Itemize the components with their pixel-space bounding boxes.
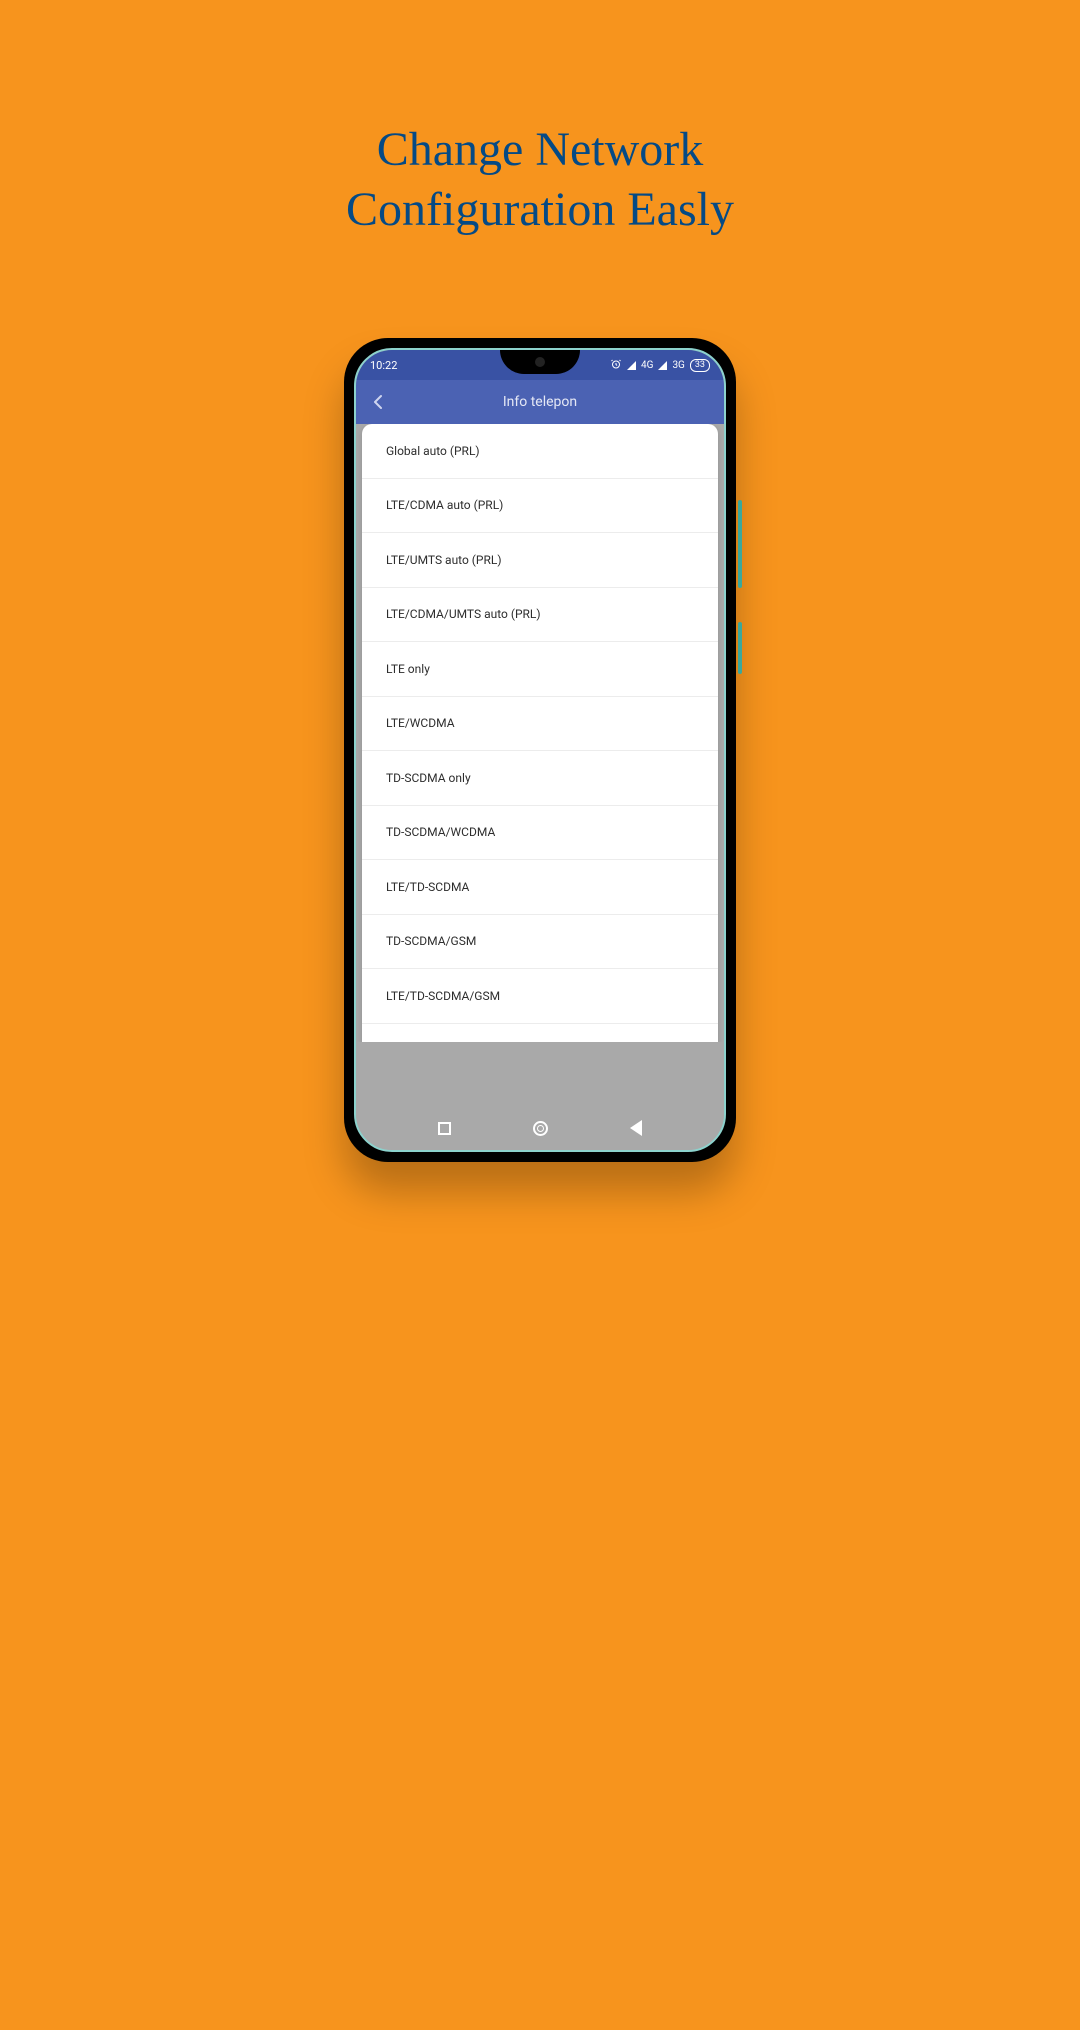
battery-pill: 33 [690, 359, 710, 372]
network-option-label: LTE/UMTS auto (PRL) [386, 553, 502, 567]
screen: 10:22 4G 3G 33 Info telepon [356, 350, 724, 1150]
network-option[interactable]: TD-SCDMA only [362, 751, 718, 806]
headline-line-1: Change Network [0, 120, 1080, 180]
network-option[interactable]: LTE only [362, 642, 718, 697]
phone-frame: 10:22 4G 3G 33 Info telepon [344, 338, 736, 1162]
network-option-label: LTE only [386, 662, 430, 676]
home-button[interactable] [533, 1121, 548, 1136]
network-option-label: TD-SCDMA only [386, 771, 471, 785]
app-bar: Info telepon [356, 380, 724, 424]
network-option[interactable]: LTE/WCDMA [362, 697, 718, 752]
network-options-list[interactable]: Global auto (PRL) LTE/CDMA auto (PRL) LTE/… [362, 424, 718, 1042]
signal-icon-2 [658, 361, 667, 370]
system-nav-bar [356, 1106, 724, 1150]
network-option-label: LTE/WCDMA [386, 716, 455, 730]
status-right: 4G 3G 33 [610, 358, 710, 373]
network-option[interactable]: TD-SCDMA/GSM [362, 915, 718, 970]
network-option[interactable]: Global auto (PRL) [362, 424, 718, 479]
options-card: Global auto (PRL) LTE/CDMA auto (PRL) LTE/… [362, 424, 718, 1042]
network-option-label: TD-SCDMA/WCDMA [386, 825, 495, 839]
phone-bezel: 10:22 4G 3G 33 Info telepon [354, 348, 726, 1152]
power-button [738, 622, 742, 674]
alarm-icon [610, 358, 622, 373]
network-option[interactable]: LTE/CDMA auto (PRL) [362, 479, 718, 534]
network-option-label: LTE/CDMA auto (PRL) [386, 498, 503, 512]
network-option[interactable]: LTE/UMTS auto (PRL) [362, 533, 718, 588]
recents-button[interactable] [438, 1122, 451, 1135]
network-option-label: LTE/CDMA/UMTS auto (PRL) [386, 607, 541, 621]
headline-line-2: Configuration Easly [0, 180, 1080, 240]
net-label-2: 3G [672, 360, 684, 371]
network-option[interactable]: LTE/CDMA/UMTS auto (PRL) [362, 588, 718, 643]
notch [500, 350, 580, 374]
network-option[interactable]: LTE/TD-SCDMA [362, 860, 718, 915]
network-option-label: Global auto (PRL) [386, 444, 480, 458]
net-label-1: 4G [641, 360, 653, 371]
promo-headline: Change Network Configuration Easly [0, 120, 1080, 240]
network-option[interactable]: LTE/TD-SCDMA/GSM [362, 969, 718, 1024]
back-nav-button[interactable] [630, 1120, 642, 1136]
status-time: 10:22 [370, 359, 397, 372]
below-card-gap [356, 1042, 724, 1106]
network-option[interactable]: TD-SCDMA/WCDMA [362, 806, 718, 861]
volume-button [738, 500, 742, 588]
back-button[interactable] [356, 394, 400, 410]
network-option-label: LTE/TD-SCDMA/GSM [386, 989, 500, 1003]
signal-icon-1 [627, 361, 636, 370]
app-bar-title: Info telepon [356, 394, 724, 410]
network-option[interactable]: TD-SCDMA/UMTS [362, 1024, 718, 1043]
network-option-label: TD-SCDMA/GSM [386, 934, 476, 948]
network-option-label: LTE/TD-SCDMA [386, 880, 469, 894]
